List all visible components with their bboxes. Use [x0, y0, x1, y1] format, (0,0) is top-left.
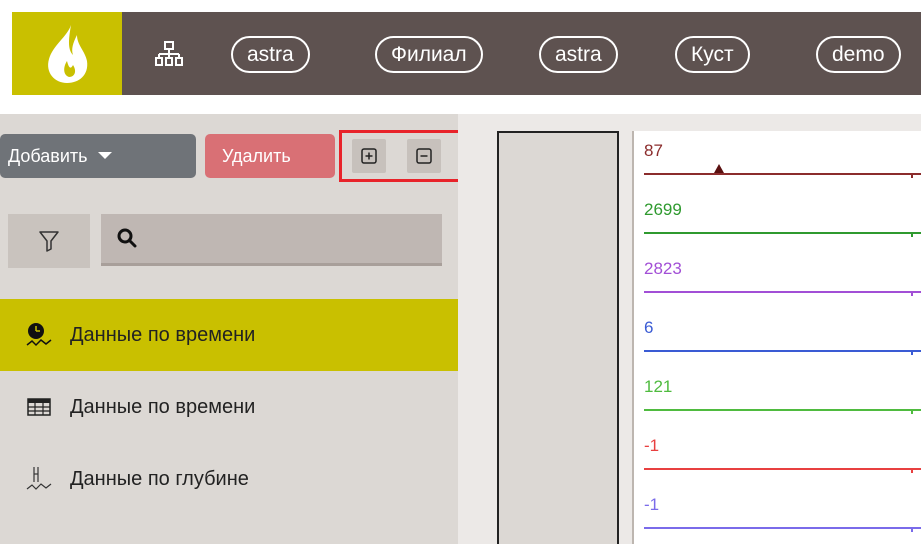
- filter-icon: [39, 231, 59, 252]
- breadcrumb-item[interactable]: demo: [816, 36, 901, 73]
- track-line: [644, 350, 921, 352]
- search-icon: [117, 228, 137, 248]
- table-icon: [24, 392, 54, 422]
- list-item-depth-data[interactable]: Данные по глубине: [0, 443, 458, 515]
- track-value: -1: [644, 436, 660, 455]
- breadcrumb-item[interactable]: Филиал: [375, 36, 483, 73]
- search-input[interactable]: [101, 214, 442, 266]
- org-chart-icon[interactable]: [155, 41, 183, 67]
- track-tick: [911, 232, 913, 237]
- list-item-time-data-table[interactable]: Данные по времени: [0, 371, 458, 443]
- triangle-marker-icon[interactable]: [714, 164, 724, 173]
- breadcrumb-item[interactable]: astra: [539, 36, 618, 73]
- track-tick: [911, 409, 913, 414]
- track-value: 87: [644, 141, 663, 160]
- track-tick: [911, 468, 913, 473]
- time-chart-icon: [24, 320, 54, 350]
- track-tick: [911, 350, 913, 355]
- depth-scale-column: [497, 131, 619, 544]
- track-line: [644, 527, 921, 529]
- track-line: [644, 173, 921, 175]
- breadcrumb-item[interactable]: astra: [231, 36, 310, 73]
- track-header[interactable]: -1: [634, 485, 921, 544]
- track-tick: [911, 527, 913, 532]
- track-header[interactable]: 2823: [634, 249, 921, 308]
- list-item-time-data-chart[interactable]: Данные по времени: [0, 299, 458, 371]
- list-item-label: Данные по глубине: [70, 467, 249, 490]
- app-logo[interactable]: [12, 12, 122, 95]
- delete-button[interactable]: Удалить: [205, 134, 335, 178]
- highlight-box: [339, 130, 462, 182]
- add-button-label: Добавить: [8, 146, 88, 166]
- track-header[interactable]: 87: [634, 131, 921, 190]
- filter-button[interactable]: [8, 214, 90, 268]
- track-value: 2823: [644, 259, 682, 278]
- track-headers: 87 2699 2823 6 121 -1 -1: [634, 131, 921, 544]
- track-line: [644, 291, 921, 293]
- track-value: -1: [644, 495, 660, 514]
- track-header[interactable]: 6: [634, 308, 921, 367]
- track-header[interactable]: -1: [634, 426, 921, 485]
- add-button[interactable]: Добавить: [0, 134, 196, 178]
- top-bar: astra Филиал astra Куст demo: [12, 12, 921, 95]
- app-root: astra Филиал astra Куст demo Добавить Уд…: [0, 0, 921, 544]
- track-header[interactable]: 2699: [634, 190, 921, 249]
- track-header[interactable]: 121: [634, 367, 921, 426]
- list-item-label: Данные по времени: [70, 323, 256, 346]
- track-value: 6: [644, 318, 654, 337]
- track-tick: [911, 173, 913, 178]
- flame-icon: [48, 24, 88, 83]
- track-tick: [911, 291, 913, 296]
- breadcrumb-item[interactable]: Куст: [675, 36, 750, 73]
- track-line: [644, 232, 921, 234]
- depth-chart-icon: [24, 464, 54, 494]
- track-line: [644, 468, 921, 470]
- track-value: 121: [644, 377, 673, 396]
- track-line: [644, 409, 921, 411]
- left-panel: Добавить Удалить Данные по времени Данны…: [0, 114, 462, 544]
- list-item-label: Данные по времени: [70, 395, 256, 418]
- delete-button-label: Удалить: [222, 146, 291, 166]
- track-value: 2699: [644, 200, 682, 219]
- chevron-down-icon: [97, 151, 112, 159]
